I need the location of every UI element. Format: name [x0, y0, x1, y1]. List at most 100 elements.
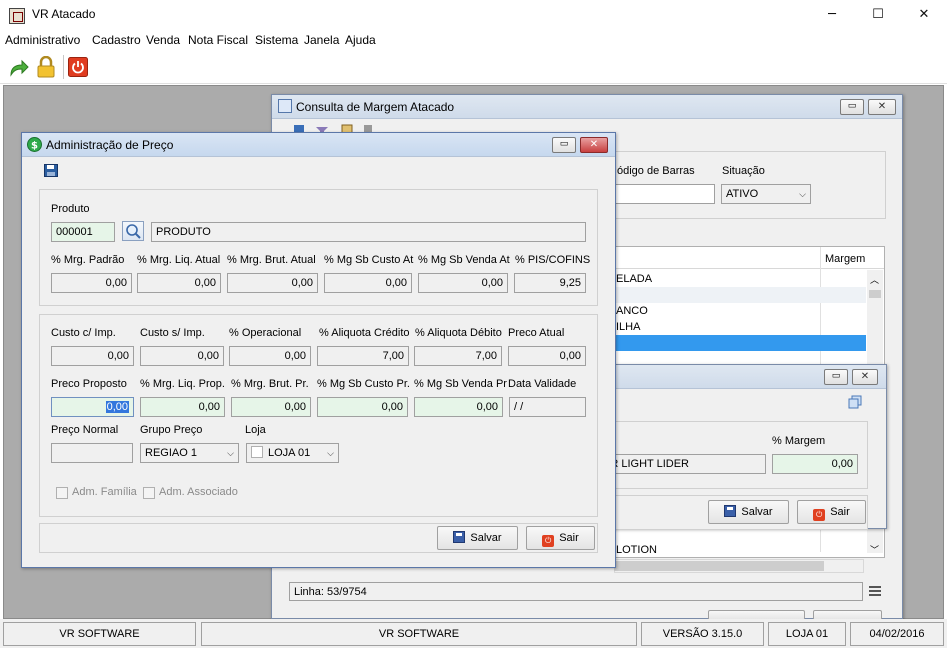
admin-sair-button[interactable]: ⏻ Sair [526, 526, 595, 550]
margem-restore-button[interactable]: ▭ [824, 369, 848, 385]
admin-title: Administração de Preço [46, 138, 174, 152]
consulta-close-button[interactable]: ✕ [868, 99, 896, 115]
exit-icon: ⏻ [813, 509, 826, 521]
situacao-value: ATIVO [726, 188, 759, 200]
status-date: 04/02/2016 [850, 622, 944, 646]
grupo-preco-value: REGIAO 1 [145, 447, 197, 459]
mrg-padrao-field: 0,00 [51, 273, 132, 293]
forward-arrow-icon[interactable] [8, 58, 30, 78]
horizontal-scroll-thumb[interactable] [614, 561, 824, 571]
status-company: VR SOFTWARE [3, 622, 196, 646]
adm-associado-checkbox[interactable] [143, 487, 155, 499]
menu-lines-icon[interactable] [869, 586, 881, 596]
scrollbar-thumb[interactable] [869, 290, 881, 298]
produto-code-input[interactable]: 000001 [51, 222, 115, 242]
loja-value: LOJA 01 [268, 447, 311, 459]
margem-close-button[interactable]: ✕ [852, 369, 878, 385]
operacional-field: 0,00 [229, 346, 311, 366]
table-row[interactable] [614, 287, 866, 303]
minimize-button[interactable]: ─ [809, 0, 855, 31]
margem-sair-button[interactable]: ⏻ Sair [797, 500, 866, 524]
mrg-liq-prop-input[interactable]: 0,00 [140, 397, 225, 417]
mrg-padrao-label: % Mrg. Padrão [51, 254, 125, 266]
produto-desc: PRODUTO [151, 222, 586, 242]
mg-sb-venda-pr-label: % Mg Sb Venda Pr [414, 378, 507, 390]
mg-sb-custo-pr-input[interactable]: 0,00 [317, 397, 408, 417]
loja-select[interactable]: LOJA 01 ⌵ [246, 443, 339, 463]
barcode-input[interactable] [614, 184, 715, 204]
salvar-label: Salvar [741, 506, 773, 518]
aliquota-debito-field: 7,00 [414, 346, 502, 366]
menu-cadastro[interactable]: Cadastro [92, 33, 141, 47]
mrg-brut-pr-input[interactable]: 0,00 [231, 397, 311, 417]
table-row[interactable]: LOTION [614, 542, 864, 558]
menu-ajuda[interactable]: Ajuda [345, 33, 376, 47]
exit-icon: ⏻ [542, 535, 555, 547]
preco-normal-field [51, 443, 133, 463]
mg-sb-custo-at-field: 0,00 [324, 273, 412, 293]
toolbar-divider [63, 55, 64, 79]
power-icon[interactable] [68, 57, 88, 77]
mg-sb-venda-at-field: 0,00 [418, 273, 508, 293]
adm-familia-checkbox[interactable] [56, 487, 68, 499]
adm-familia-label: Adm. Família [72, 486, 137, 498]
save-icon[interactable] [44, 164, 58, 177]
aliquota-credito-field: 7,00 [317, 346, 409, 366]
consulta-restore-button[interactable]: ▭ [840, 99, 864, 115]
window-icon [278, 99, 292, 113]
preco-atual-label: Preco Atual [508, 327, 565, 339]
loja-label: Loja [245, 424, 266, 436]
close-button[interactable]: ✕ [901, 0, 947, 31]
table-row[interactable]: ANCO [614, 303, 820, 319]
menu-sistema[interactable]: Sistema [255, 33, 298, 47]
app-icon [9, 8, 25, 24]
custo-s-imp-field: 0,00 [140, 346, 224, 366]
menu-bar [0, 31, 947, 51]
admin-close-button[interactable]: ✕ [580, 137, 608, 153]
lock-icon[interactable] [36, 55, 56, 78]
admin-restore-button[interactable]: ▭ [552, 137, 576, 153]
custo-c-imp-field: 0,00 [51, 346, 134, 366]
menu-janela[interactable]: Janela [304, 33, 339, 47]
data-validade-label: Data Validade [508, 378, 577, 390]
grupo-preco-select[interactable]: REGIAO 1 ⌵ [140, 443, 239, 463]
copy-icon[interactable] [848, 395, 862, 409]
situacao-select[interactable]: ATIVO ⌵ [721, 184, 811, 204]
grid-header-margem[interactable]: Margem [825, 253, 865, 265]
barcode-label: ódigo de Barras [617, 165, 695, 177]
scroll-up-icon[interactable]: ︿ [870, 273, 879, 286]
admin-salvar-button[interactable]: Salvar [437, 526, 518, 550]
data-validade-input[interactable]: / / [509, 397, 586, 417]
mrg-liq-atual-field: 0,00 [137, 273, 221, 293]
custo-s-imp-label: Custo s/ Imp. [140, 327, 205, 339]
maximize-button[interactable]: ☐ [855, 0, 901, 31]
status-store: LOJA 01 [768, 622, 846, 646]
menu-administrativo[interactable]: Administrativo [5, 33, 80, 47]
menu-venda[interactable]: Venda [146, 33, 180, 47]
sair-label: Sair [559, 532, 579, 544]
table-row-selected[interactable] [614, 335, 866, 351]
svg-text:$: $ [31, 141, 38, 152]
toolbar [0, 51, 947, 84]
search-button[interactable] [122, 221, 144, 241]
scroll-down-icon[interactable]: ﹀ [870, 543, 879, 556]
preco-proposto-label: Preco Proposto [51, 378, 127, 390]
chevron-down-icon: ⌵ [327, 448, 334, 458]
menu-nota-fiscal[interactable]: Nota Fiscal [188, 33, 248, 47]
linha-indicator: Linha: 53/9754 [289, 582, 863, 601]
chevron-down-icon: ⌵ [799, 189, 806, 199]
loja-checkbox[interactable] [251, 446, 263, 458]
table-row[interactable]: ILHA [614, 319, 820, 335]
custo-c-imp-label: Custo c/ Imp. [51, 327, 116, 339]
mg-sb-custo-at-label: % Mg Sb Custo At [324, 254, 414, 266]
save-icon [724, 505, 737, 517]
table-row[interactable]: ELADA [614, 271, 820, 287]
preco-proposto-input[interactable]: 0,00 [51, 397, 134, 417]
chevron-down-icon: ⌵ [227, 448, 234, 458]
margem-label: % Margem [772, 435, 826, 447]
mrg-liq-prop-label: % Mrg. Liq. Prop. [140, 378, 225, 390]
margem-salvar-button[interactable]: Salvar [708, 500, 789, 524]
mg-sb-venda-pr-input[interactable]: 0,00 [414, 397, 503, 417]
mrg-brut-atual-field: 0,00 [227, 273, 318, 293]
margem-input[interactable]: 0,00 [772, 454, 858, 474]
